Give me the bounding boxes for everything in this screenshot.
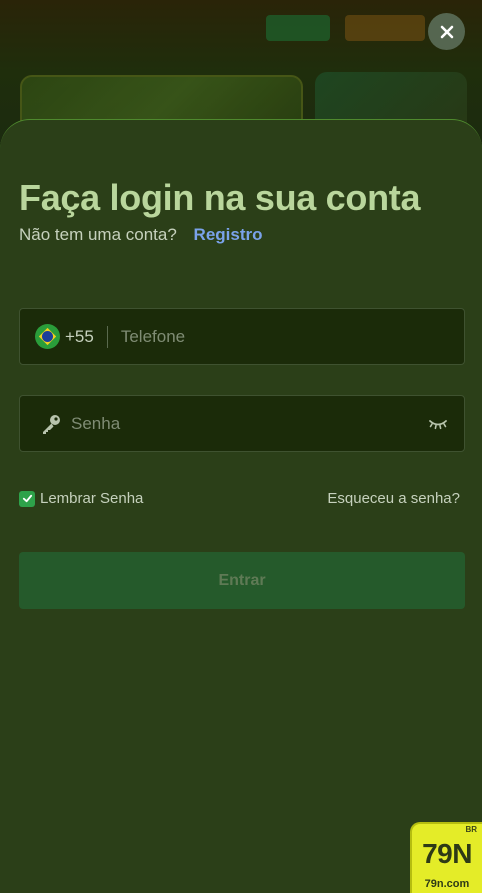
logo-main: 79N bbox=[422, 838, 472, 869]
login-modal: Faça login na sua conta Não tem uma cont… bbox=[0, 119, 482, 893]
phone-input[interactable] bbox=[120, 326, 441, 347]
close-button[interactable] bbox=[428, 13, 465, 50]
close-icon bbox=[440, 25, 453, 38]
brazil-flag-icon[interactable] bbox=[35, 324, 60, 349]
login-button[interactable]: Entrar bbox=[19, 552, 465, 609]
logo-sub: 79n.com bbox=[424, 878, 470, 890]
register-link[interactable]: Registro bbox=[194, 225, 263, 244]
forgot-password-link[interactable]: Esqueceu a senha? bbox=[327, 490, 460, 507]
background-register-button bbox=[345, 15, 425, 41]
register-prompt: Não tem uma conta? Registro bbox=[19, 225, 263, 245]
password-field[interactable] bbox=[19, 395, 465, 452]
key-icon bbox=[40, 413, 62, 435]
remember-label[interactable]: Lembrar Senha bbox=[40, 490, 143, 507]
watermark-logo: BR 79N 79n.com bbox=[410, 822, 482, 893]
logo-sup: BR bbox=[465, 825, 477, 834]
check-icon bbox=[22, 494, 32, 503]
remember-password-toggle[interactable]: Lembrar Senha bbox=[19, 490, 143, 507]
eye-closed-icon[interactable] bbox=[428, 416, 448, 432]
password-input[interactable] bbox=[71, 413, 401, 434]
phone-field[interactable]: +55 bbox=[19, 308, 465, 365]
remember-checkbox[interactable] bbox=[19, 490, 35, 507]
background-login-button bbox=[266, 15, 330, 41]
no-account-text: Não tem uma conta? bbox=[19, 225, 177, 244]
field-divider bbox=[106, 325, 108, 348]
modal-title: Faça login na sua conta bbox=[19, 177, 421, 218]
dial-code[interactable]: +55 bbox=[65, 327, 94, 347]
